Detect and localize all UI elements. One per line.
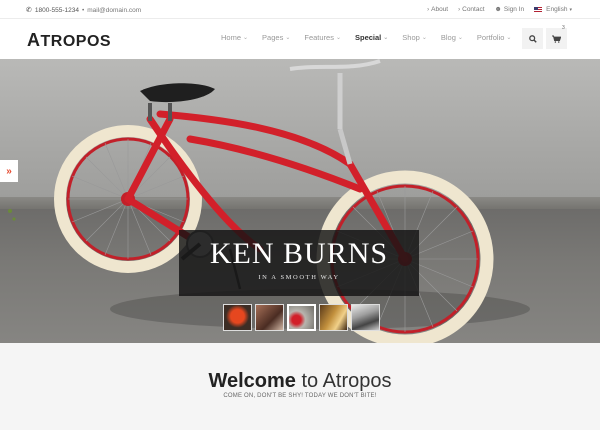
slider-thumbnail-active[interactable] xyxy=(287,304,316,331)
signin-link[interactable]: ☻ Sign In xyxy=(495,6,525,13)
users-icon: ☻ xyxy=(494,6,502,13)
language-selector[interactable]: English ▾ xyxy=(534,6,572,13)
phone-number: 1800-555-1234 xyxy=(34,6,79,14)
nav-label: Blog xyxy=(440,33,456,42)
about-link[interactable]: › About xyxy=(427,6,448,13)
chevron-right-icon: › xyxy=(427,6,430,13)
slider-thumbnails xyxy=(223,304,380,331)
search-button[interactable] xyxy=(522,28,543,49)
welcome-title-rest: to Atropos xyxy=(295,370,392,392)
hero-caption: KEN BURNS IN A SMOOTH WAY xyxy=(179,230,419,296)
chevron-right-icon: » xyxy=(6,165,12,177)
phone-icon: ✆ xyxy=(26,7,32,14)
language-label: English xyxy=(546,6,568,13)
nav-item-special[interactable]: Special ⌄ xyxy=(355,33,388,42)
hero-subtitle: IN A SMOOTH WAY xyxy=(258,274,340,281)
slider-thumbnail[interactable] xyxy=(223,304,252,331)
us-flag-icon xyxy=(534,7,543,12)
welcome-subtitle: COME ON, DON'T BE SHY! TODAY WE DON'T BI… xyxy=(223,393,377,399)
search-icon xyxy=(528,34,537,43)
cart-count-badge: 3 xyxy=(562,25,565,31)
nav-item-shop[interactable]: Shop ⌄ xyxy=(402,33,427,42)
logo-text: TROPOS xyxy=(40,33,112,50)
nav-item-pages[interactable]: Pages ⌄ xyxy=(262,33,290,42)
welcome-section: Welcome to Atropos COME ON, DON'T BE SHY… xyxy=(0,343,600,430)
nav-item-blog[interactable]: Blog ⌄ xyxy=(441,33,463,42)
about-label: About xyxy=(431,6,449,13)
nav-item-home[interactable]: Home ⌄ xyxy=(221,33,248,42)
nav-label: Pages xyxy=(262,33,284,42)
caret-down-icon: ▾ xyxy=(569,6,572,13)
email-link[interactable]: mail@domain.com xyxy=(87,7,141,14)
slider-thumbnail[interactable] xyxy=(255,304,284,331)
welcome-title-bold: Welcome xyxy=(208,370,296,392)
chevron-down-icon: ⌄ xyxy=(335,35,341,41)
main-nav: Home ⌄ Pages ⌄ Features ⌄ Special ⌄ Shop ⌄ Bl… xyxy=(221,33,525,42)
cart-icon xyxy=(552,34,561,43)
chevron-down-icon: ⌄ xyxy=(457,35,463,41)
top-bar: ✆ 1800-555-1234 • mail@domain.com › Abou… xyxy=(0,0,600,19)
chevron-down-icon: ⌄ xyxy=(285,35,291,41)
bicycle-image xyxy=(8,59,530,343)
main-header: ATROPOS Home ⌄ Pages ⌄ Features ⌄ Special ⌄ … xyxy=(0,19,600,59)
hero-title: KEN BURNS xyxy=(209,237,389,270)
slider-thumbnail[interactable] xyxy=(351,304,380,331)
nav-item-features[interactable]: Features ⌄ xyxy=(304,33,341,42)
nav-label: Features xyxy=(304,33,334,42)
nav-label: Special xyxy=(355,33,382,42)
logo[interactable]: ATROPOS xyxy=(27,30,111,51)
contact-link[interactable]: › Contact xyxy=(458,6,484,13)
logo-initial: A xyxy=(27,30,41,50)
chevron-right-icon: › xyxy=(458,6,461,13)
welcome-title: Welcome to Atropos xyxy=(0,370,600,393)
nav-item-portfolio[interactable]: Portfolio ⌄ xyxy=(477,33,512,42)
nav-label: Shop xyxy=(402,33,420,42)
hero-slider: » KEN BURNS IN A SMOOTH WAY xyxy=(0,59,600,343)
slider-prev-tab[interactable]: » xyxy=(0,160,18,182)
nav-label: Portfolio xyxy=(476,33,505,42)
slider-thumbnail[interactable] xyxy=(319,304,348,331)
signin-label: Sign In xyxy=(503,6,525,13)
cart-button[interactable] xyxy=(546,28,567,49)
chevron-down-icon: ⌄ xyxy=(421,35,427,41)
nav-label: Home xyxy=(221,33,242,42)
chevron-down-icon: ⌄ xyxy=(243,35,249,41)
contact-label: Contact xyxy=(462,6,485,13)
chevron-down-icon: ⌄ xyxy=(506,35,512,41)
separator: • xyxy=(81,6,85,14)
chevron-down-icon: ⌄ xyxy=(383,35,389,41)
